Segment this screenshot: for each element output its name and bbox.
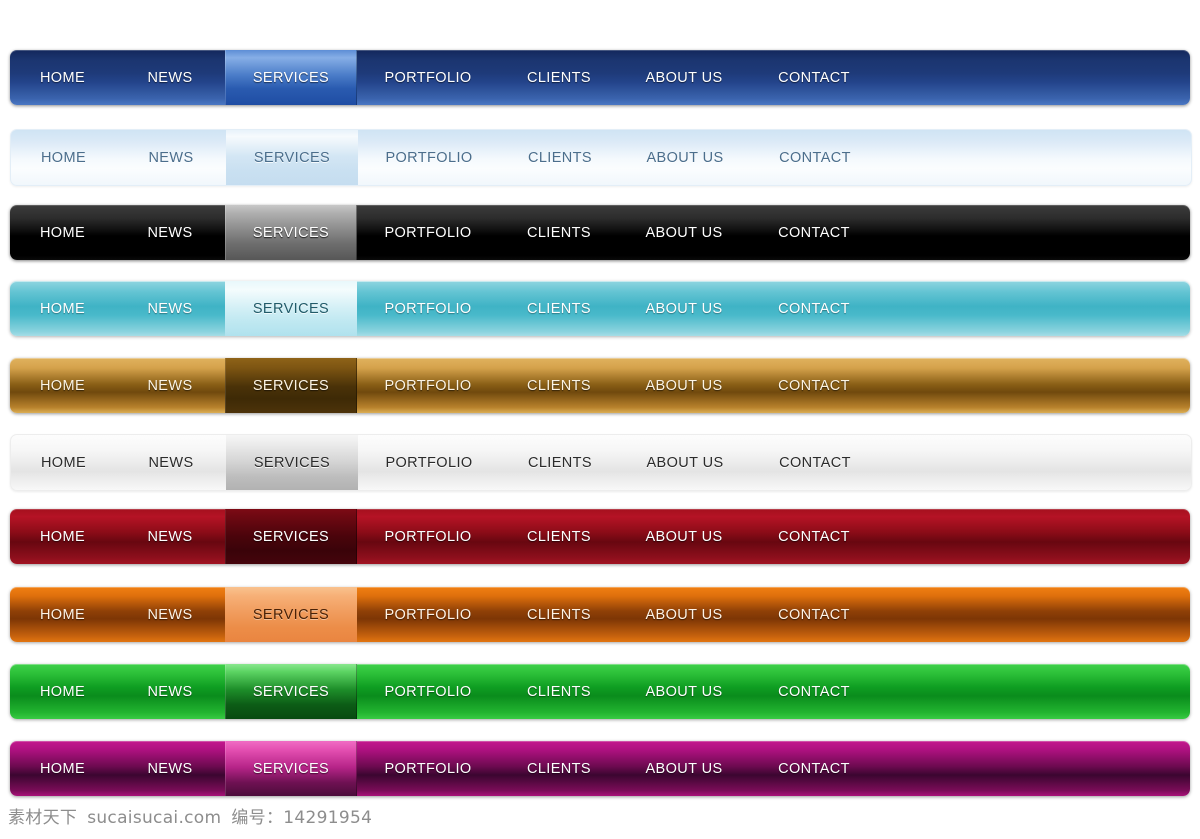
navbar-cyan-item-news[interactable]: NEWS <box>115 281 225 336</box>
navbar-dark-red-item-services[interactable]: SERVICES <box>225 509 357 564</box>
navbar-gold-item-portfolio[interactable]: PORTFOLIO <box>357 358 499 413</box>
navbar-black-item-home[interactable]: HOME <box>10 205 115 260</box>
navbar-cyan-filler <box>879 281 1190 336</box>
navbar-magenta-item-about-us[interactable]: ABOUT US <box>619 741 749 796</box>
navbar-orange-filler <box>879 587 1190 642</box>
navbar-pale-blue-item-services[interactable]: SERVICES <box>226 130 358 185</box>
navbar-cyan-item-clients[interactable]: CLIENTS <box>499 281 619 336</box>
navbar-gold: HOME NEWS SERVICES PORTFOLIO CLIENTS ABOUT US… <box>10 358 1190 413</box>
navbar-white-silver-item-contact[interactable]: CONTACT <box>750 435 880 490</box>
navbar-pale-blue-item-clients[interactable]: CLIENTS <box>500 130 620 185</box>
navbar-orange: HOME NEWS SERVICES PORTFOLIO CLIENTS ABOUT US… <box>10 587 1190 642</box>
navbar-magenta-item-contact[interactable]: CONTACT <box>749 741 879 796</box>
navbar-magenta: HOME NEWS SERVICES PORTFOLIO CLIENTS ABOUT US… <box>10 741 1190 796</box>
navbar-magenta-item-portfolio[interactable]: PORTFOLIO <box>357 741 499 796</box>
navbar-dark-red-item-portfolio[interactable]: PORTFOLIO <box>357 509 499 564</box>
navbar-orange-item-about-us[interactable]: ABOUT US <box>619 587 749 642</box>
navbar-pale-blue: HOME NEWS SERVICES PORTFOLIO CLIENTS ABOUT US… <box>10 129 1192 186</box>
navbar-orange-item-news[interactable]: NEWS <box>115 587 225 642</box>
navbar-black-item-portfolio[interactable]: PORTFOLIO <box>357 205 499 260</box>
navbar-green-item-clients[interactable]: CLIENTS <box>499 664 619 719</box>
navbar-cyan-item-services[interactable]: SERVICES <box>225 281 357 336</box>
navbar-dark-blue: HOME NEWS SERVICES PORTFOLIO CLIENTS ABOUT US… <box>10 50 1190 105</box>
navbar-magenta-item-home[interactable]: HOME <box>10 741 115 796</box>
navbar-pale-blue-item-portfolio[interactable]: PORTFOLIO <box>358 130 500 185</box>
navbar-dark-blue-item-clients[interactable]: CLIENTS <box>499 50 619 105</box>
navbar-dark-blue-item-about-us[interactable]: ABOUT US <box>619 50 749 105</box>
navbar-gold-item-contact[interactable]: CONTACT <box>749 358 879 413</box>
navbar-green-item-news[interactable]: NEWS <box>115 664 225 719</box>
navbar-green-item-portfolio[interactable]: PORTFOLIO <box>357 664 499 719</box>
navbar-dark-blue-item-portfolio[interactable]: PORTFOLIO <box>357 50 499 105</box>
navbar-cyan: HOME NEWS SERVICES PORTFOLIO CLIENTS ABOUT US… <box>10 281 1190 336</box>
navbar-pale-blue-item-home[interactable]: HOME <box>11 130 116 185</box>
navbar-magenta-item-services[interactable]: SERVICES <box>225 741 357 796</box>
navbar-orange-item-clients[interactable]: CLIENTS <box>499 587 619 642</box>
navbar-dark-blue-item-services[interactable]: SERVICES <box>225 50 357 105</box>
navbar-green: HOME NEWS SERVICES PORTFOLIO CLIENTS ABOUT US… <box>10 664 1190 719</box>
navbar-white-silver-item-news[interactable]: NEWS <box>116 435 226 490</box>
navbar-magenta-filler <box>879 741 1190 796</box>
navbar-dark-blue-item-contact[interactable]: CONTACT <box>749 50 879 105</box>
navbar-gold-item-services[interactable]: SERVICES <box>225 358 357 413</box>
watermark-site-name: 素材天下 <box>8 808 78 828</box>
navbar-dark-red-filler <box>879 509 1190 564</box>
navbar-gold-item-about-us[interactable]: ABOUT US <box>619 358 749 413</box>
navbar-black-item-about-us[interactable]: ABOUT US <box>619 205 749 260</box>
navbar-cyan-item-portfolio[interactable]: PORTFOLIO <box>357 281 499 336</box>
navbar-white-silver-item-about-us[interactable]: ABOUT US <box>620 435 750 490</box>
navbar-gold-item-clients[interactable]: CLIENTS <box>499 358 619 413</box>
navbar-dark-blue-item-home[interactable]: HOME <box>10 50 115 105</box>
navbar-orange-item-home[interactable]: HOME <box>10 587 115 642</box>
navbar-black-filler <box>879 205 1190 260</box>
navbar-white-silver-item-services[interactable]: SERVICES <box>226 435 358 490</box>
navbar-white-silver-item-portfolio[interactable]: PORTFOLIO <box>358 435 500 490</box>
navbar-dark-red-item-news[interactable]: NEWS <box>115 509 225 564</box>
navbar-gold-filler <box>879 358 1190 413</box>
navbar-dark-red: HOME NEWS SERVICES PORTFOLIO CLIENTS ABOUT US… <box>10 509 1190 564</box>
navbar-pale-blue-item-contact[interactable]: CONTACT <box>750 130 880 185</box>
navbar-orange-item-portfolio[interactable]: PORTFOLIO <box>357 587 499 642</box>
navbar-dark-blue-filler <box>879 50 1190 105</box>
navbar-gold-item-home[interactable]: HOME <box>10 358 115 413</box>
navbar-pale-blue-filler <box>880 130 1191 185</box>
watermark-id-label: 编号： <box>231 808 284 828</box>
navbar-black-item-services[interactable]: SERVICES <box>225 205 357 260</box>
watermark-footer: 素材天下 sucaisucai.com 编号：14291954 <box>8 803 372 828</box>
watermark-domain: sucaisucai.com <box>87 808 222 828</box>
navbar-magenta-item-news[interactable]: NEWS <box>115 741 225 796</box>
navbar-pale-blue-item-about-us[interactable]: ABOUT US <box>620 130 750 185</box>
navbar-green-item-contact[interactable]: CONTACT <box>749 664 879 719</box>
navbar-gold-item-news[interactable]: NEWS <box>115 358 225 413</box>
navbar-black-item-news[interactable]: NEWS <box>115 205 225 260</box>
navbar-white-silver-filler <box>880 435 1191 490</box>
navbar-black-item-contact[interactable]: CONTACT <box>749 205 879 260</box>
navbar-dark-red-item-contact[interactable]: CONTACT <box>749 509 879 564</box>
navbar-green-item-services[interactable]: SERVICES <box>225 664 357 719</box>
watermark-id-value: 14291954 <box>283 808 373 828</box>
navbar-black-item-clients[interactable]: CLIENTS <box>499 205 619 260</box>
navbar-dark-red-item-home[interactable]: HOME <box>10 509 115 564</box>
navbar-black: HOME NEWS SERVICES PORTFOLIO CLIENTS ABOUT US… <box>10 205 1190 260</box>
navbar-cyan-item-contact[interactable]: CONTACT <box>749 281 879 336</box>
navbar-cyan-item-about-us[interactable]: ABOUT US <box>619 281 749 336</box>
navbar-magenta-item-clients[interactable]: CLIENTS <box>499 741 619 796</box>
navbar-green-item-home[interactable]: HOME <box>10 664 115 719</box>
navbar-green-filler <box>879 664 1190 719</box>
navbar-green-item-about-us[interactable]: ABOUT US <box>619 664 749 719</box>
navbar-white-silver: HOME NEWS SERVICES PORTFOLIO CLIENTS ABOUT US… <box>10 434 1192 491</box>
navbar-white-silver-item-home[interactable]: HOME <box>11 435 116 490</box>
navbar-dark-red-item-clients[interactable]: CLIENTS <box>499 509 619 564</box>
navbar-orange-item-contact[interactable]: CONTACT <box>749 587 879 642</box>
navbar-dark-blue-item-news[interactable]: NEWS <box>115 50 225 105</box>
navbar-orange-item-services[interactable]: SERVICES <box>225 587 357 642</box>
navbar-cyan-item-home[interactable]: HOME <box>10 281 115 336</box>
navbar-white-silver-item-clients[interactable]: CLIENTS <box>500 435 620 490</box>
navbar-pale-blue-item-news[interactable]: NEWS <box>116 130 226 185</box>
navbar-dark-red-item-about-us[interactable]: ABOUT US <box>619 509 749 564</box>
